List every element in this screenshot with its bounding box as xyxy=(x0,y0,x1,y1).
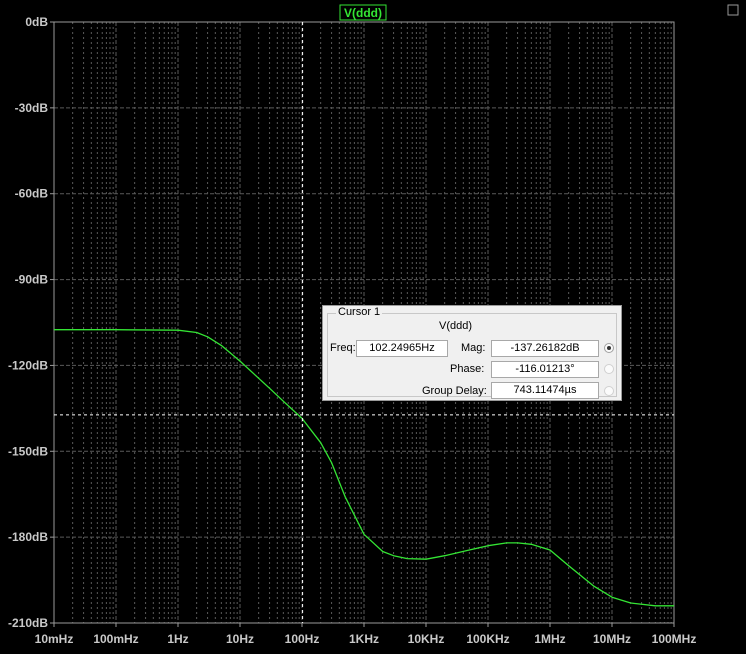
x-tick-label: 10Hz xyxy=(226,632,254,646)
cursor-dialog[interactable]: Cursor 1 V(ddd) Freq: 102.24965Hz Mag: -… xyxy=(322,305,622,401)
x-tick-label: 1Hz xyxy=(167,632,188,646)
group-delay-field[interactable]: 743.11474µs xyxy=(491,382,599,399)
y-tick-label: -60dB xyxy=(15,187,49,201)
x-tick-label: 10mHz xyxy=(35,632,74,646)
y-tick-label: -210dB xyxy=(8,616,48,630)
mag-label: Mag: xyxy=(461,342,486,354)
y-tick-label: -90dB xyxy=(15,273,49,287)
y-tick-label: 0dB xyxy=(25,15,48,29)
mag-field[interactable]: -137.26182dB xyxy=(491,340,599,357)
mag-radio[interactable] xyxy=(604,343,614,353)
x-tick-label: 100MHz xyxy=(652,632,697,646)
group-delay-label: Group Delay: xyxy=(422,385,487,397)
x-tick-label: 1MHz xyxy=(534,632,565,646)
x-tick-label: 100Hz xyxy=(285,632,320,646)
x-tick-label: 10KHz xyxy=(408,632,445,646)
freq-field[interactable]: 102.24965Hz xyxy=(356,340,448,357)
x-tick-label: 1KHz xyxy=(349,632,379,646)
y-tick-label: -120dB xyxy=(8,358,48,372)
y-tick-label: -30dB xyxy=(15,101,49,115)
group-delay-radio[interactable] xyxy=(604,386,614,396)
y-tick-label: -150dB xyxy=(8,444,48,458)
phase-radio[interactable] xyxy=(604,364,614,374)
x-tick-label: 100KHz xyxy=(466,632,509,646)
phase-label: Phase: xyxy=(450,363,485,375)
phase-field[interactable]: -116.01213° xyxy=(491,361,599,378)
trace-label[interactable]: V(ddd) xyxy=(344,6,382,20)
x-tick-label: 100mHz xyxy=(93,632,138,646)
cursor-title: Cursor 1 xyxy=(336,306,383,318)
trace-name: V(ddd) xyxy=(439,320,473,332)
x-tick-label: 10MHz xyxy=(593,632,631,646)
y-tick-label: -180dB xyxy=(8,530,48,544)
freq-label: Freq: xyxy=(330,342,356,354)
